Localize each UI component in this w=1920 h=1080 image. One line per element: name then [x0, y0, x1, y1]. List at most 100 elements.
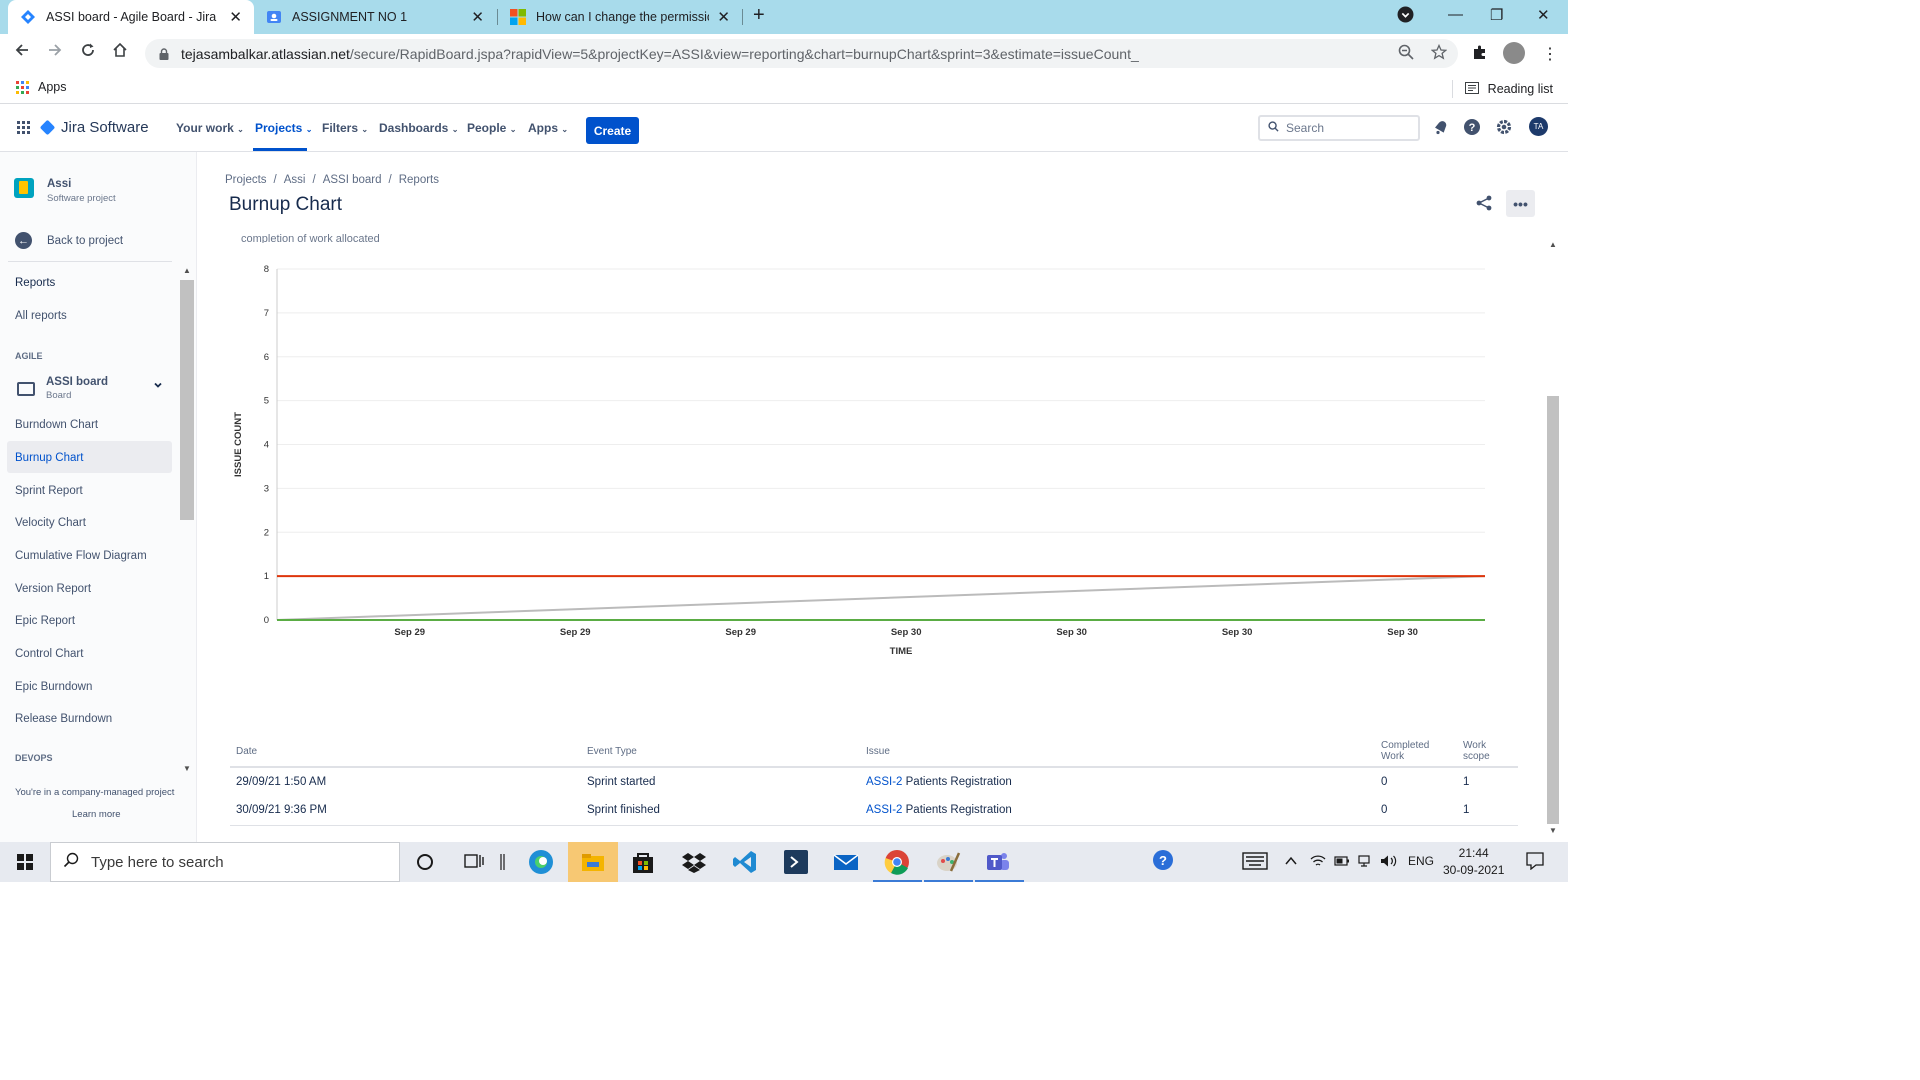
browser-tab-microsoft[interactable]: How can I change the permission ✕ [498, 0, 742, 34]
sidebar-item-epic-report[interactable]: Epic Report [15, 615, 75, 627]
tab-search-icon[interactable] [1397, 6, 1414, 27]
scrollbar-thumb[interactable] [180, 280, 194, 520]
forward-arrow-icon[interactable] [47, 42, 63, 63]
profile-avatar-icon[interactable] [1503, 42, 1525, 64]
browser-tab-assignment[interactable]: ASSIGNMENT NO 1 ✕ [254, 0, 496, 34]
mail-icon[interactable] [833, 849, 859, 875]
volume-icon[interactable] [1380, 854, 1398, 871]
nav-projects[interactable]: Projects ⌄ [255, 121, 312, 135]
task-view-icon[interactable] [463, 849, 489, 875]
extensions-puzzle-icon[interactable] [1472, 44, 1488, 65]
notification-center-icon[interactable] [1526, 852, 1544, 873]
nav-people[interactable]: People ⌄ [467, 121, 516, 135]
sidebar-item-control-chart[interactable]: Control Chart [15, 648, 83, 660]
minimize-icon[interactable]: — [1448, 6, 1463, 23]
project-header[interactable]: Assi Software project [14, 178, 116, 204]
help-icon[interactable]: ? [1463, 118, 1483, 138]
user-avatar[interactable]: TA [1529, 117, 1548, 136]
sidebar-item-burndown-chart[interactable]: Burndown Chart [15, 419, 98, 431]
app-switcher-icon[interactable] [17, 121, 30, 134]
close-window-icon[interactable]: ✕ [1537, 6, 1550, 24]
chrome-icon[interactable] [884, 849, 910, 875]
wifi-icon[interactable] [1310, 854, 1326, 871]
close-tab-icon[interactable]: ✕ [717, 8, 730, 26]
nav-dashboards[interactable]: Dashboards ⌄ [379, 121, 458, 135]
bookmark-apps[interactable]: Apps [16, 80, 67, 94]
close-tab-icon[interactable]: ✕ [471, 8, 484, 26]
create-button[interactable]: Create [586, 117, 639, 144]
nav-apps[interactable]: Apps ⌄ [528, 121, 568, 135]
lock-icon[interactable] [159, 47, 169, 60]
address-bar[interactable]: tejasambalkar.atlassian.net/secure/Rapid… [145, 39, 1458, 68]
sidebar-item-epic-burndown[interactable]: Epic Burndown [15, 681, 92, 693]
help-tray-icon[interactable]: ? [1152, 849, 1178, 875]
reading-list[interactable]: Reading list [1451, 80, 1553, 98]
teams-icon[interactable] [985, 849, 1011, 875]
sidebar-item-cumulative-flow[interactable]: Cumulative Flow Diagram [15, 550, 147, 562]
jira-search-input[interactable]: Search [1258, 115, 1420, 141]
browser-menu-icon[interactable]: ⋮ [1542, 44, 1558, 64]
sidebar-item-burnup-chart[interactable]: Burnup Chart [15, 452, 83, 464]
network-icon[interactable] [1357, 854, 1371, 871]
notifications-bell-icon[interactable] [1431, 118, 1451, 138]
cortana-icon[interactable] [414, 849, 440, 875]
learn-more-link[interactable]: Learn more [72, 809, 121, 820]
sidebar-item-release-burndown[interactable]: Release Burndown [15, 713, 112, 725]
sidebar-item-velocity-chart[interactable]: Velocity Chart [15, 517, 86, 529]
bookmark-star-icon[interactable] [1430, 43, 1448, 65]
scroll-up-arrow-icon[interactable]: ▲ [183, 266, 191, 275]
dropbox-icon[interactable] [681, 849, 707, 875]
scroll-down-arrow-icon[interactable]: ▼ [183, 764, 191, 773]
cell-event: Sprint finished [581, 796, 860, 826]
file-explorer-icon[interactable] [580, 849, 606, 875]
breadcrumb-assi[interactable]: Assi [284, 174, 306, 186]
nav-your-work[interactable]: Your work ⌄ [176, 121, 244, 135]
board-selector[interactable]: ASSI board Board [17, 376, 167, 401]
vscode-icon[interactable] [732, 849, 758, 875]
system-clock[interactable]: 21:44 30-09-2021 [1443, 845, 1504, 879]
restore-icon[interactable]: ❐ [1490, 6, 1503, 24]
issue-key-link[interactable]: ASSI-2 [866, 776, 902, 788]
sidebar-scrollbar[interactable]: ▲ ▼ [180, 266, 194, 776]
share-icon[interactable] [1474, 193, 1496, 215]
new-tab-icon[interactable]: + [753, 4, 765, 27]
sidebar-item-sprint-report[interactable]: Sprint Report [15, 485, 83, 497]
nav-filters[interactable]: Filters ⌄ [322, 121, 368, 135]
breadcrumb-projects[interactable]: Projects [225, 174, 267, 186]
chevron-down-icon[interactable] [153, 380, 163, 393]
apps-grid-icon [16, 80, 29, 94]
more-actions-button[interactable]: ••• [1506, 190, 1535, 217]
home-icon[interactable] [112, 42, 128, 63]
back-to-project-link[interactable]: ← Back to project [15, 232, 123, 249]
scroll-up-arrow-icon[interactable]: ▲ [1549, 240, 1557, 249]
issue-key-link[interactable]: ASSI-2 [866, 804, 902, 816]
back-arrow-icon[interactable] [14, 42, 30, 63]
main-scrollbar[interactable]: ▲ ▼ [1546, 236, 1560, 838]
paint-icon[interactable] [935, 849, 961, 875]
all-reports-link[interactable]: All reports [15, 310, 67, 322]
y-tick-label: 4 [264, 440, 269, 451]
windows-start-icon[interactable] [17, 854, 33, 870]
touch-keyboard-icon[interactable] [1242, 852, 1268, 873]
zoom-icon[interactable] [1398, 44, 1414, 65]
scroll-down-arrow-icon[interactable]: ▼ [1549, 826, 1557, 835]
breadcrumb-board[interactable]: ASSI board [323, 174, 382, 186]
reload-icon[interactable] [80, 42, 96, 63]
browser-tab-jira[interactable]: ASSI board - Agile Board - Jira ✕ [8, 0, 254, 34]
sidebar-item-version-report[interactable]: Version Report [15, 583, 91, 595]
edge-browser-icon[interactable] [528, 849, 554, 875]
scrollbar-thumb[interactable] [1547, 396, 1559, 824]
microsoft-store-icon[interactable] [630, 849, 656, 875]
taskbar-search-input[interactable]: Type here to search [50, 842, 400, 882]
microsoft-icon [510, 9, 526, 25]
breadcrumb: Projects / Assi / ASSI board / Reports [225, 174, 439, 186]
language-indicator[interactable]: ENG [1408, 854, 1434, 868]
url-host: tejasambalkar.atlassian.net [181, 45, 350, 62]
close-tab-icon[interactable]: ✕ [229, 8, 242, 26]
jira-logo[interactable]: Jira Software [39, 119, 149, 136]
chevron-up-icon[interactable] [1284, 854, 1298, 871]
breadcrumb-reports[interactable]: Reports [399, 174, 439, 186]
settings-gear-icon[interactable] [1495, 118, 1515, 138]
powershell-icon[interactable] [783, 849, 809, 875]
battery-icon[interactable] [1334, 854, 1350, 871]
